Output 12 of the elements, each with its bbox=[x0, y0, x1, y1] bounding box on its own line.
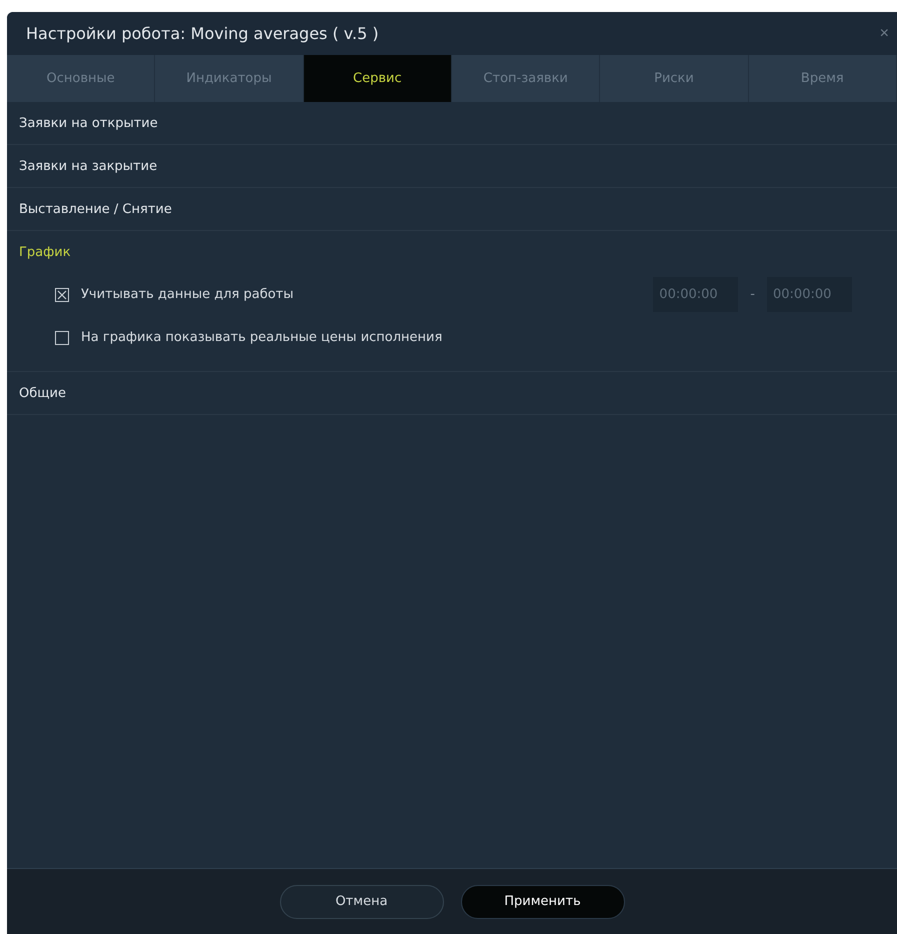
checkbox[interactable]: Учитывать данные для работы bbox=[55, 287, 294, 302]
section-header[interactable]: Заявки на открытие bbox=[7, 102, 897, 144]
section-header[interactable]: Общие bbox=[7, 372, 897, 414]
window-title: Настройки робота: Moving averages ( v.5 ) bbox=[26, 24, 379, 43]
section-header[interactable]: Заявки на закрытие bbox=[7, 145, 897, 187]
cancel-button[interactable]: Отмена bbox=[280, 884, 444, 918]
section-header[interactable]: Выставление / Снятие bbox=[7, 188, 897, 230]
section-header[interactable]: График bbox=[7, 231, 897, 273]
apply-button[interactable]: Применить bbox=[460, 884, 624, 918]
tab[interactable]: Сервис bbox=[304, 55, 452, 102]
range-separator: - bbox=[750, 287, 755, 302]
checkbox[interactable]: На графика показывать реальные цены исполнения bbox=[55, 330, 442, 345]
